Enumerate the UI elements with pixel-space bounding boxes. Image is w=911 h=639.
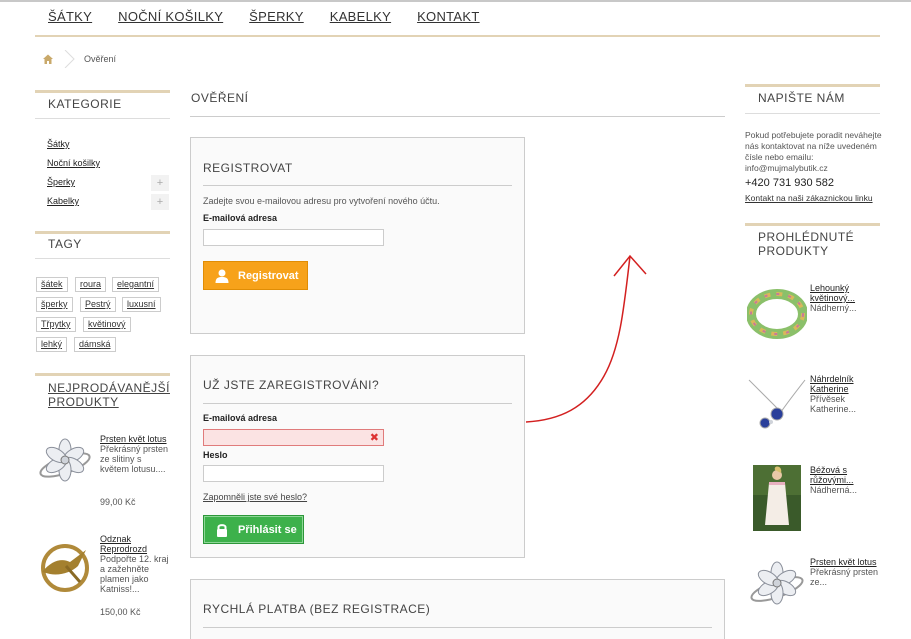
product-thumb-lotus-ring[interactable]	[36, 438, 94, 493]
breadcrumb-current: Ověření	[84, 54, 117, 64]
viewed-item-1: Lehounký květinový... Nádherný...	[810, 283, 880, 313]
categories-underline	[35, 118, 170, 119]
product-desc: Přívěsek Katherine...	[810, 394, 857, 414]
breadcrumb: Ověření	[42, 49, 117, 69]
nav-divider	[35, 35, 880, 37]
breadcrumb-separator	[64, 49, 76, 69]
nav-kabelky[interactable]: KABELKY	[330, 9, 391, 24]
category-kabelky[interactable]: Kabelky	[47, 196, 79, 206]
contact-underline	[745, 113, 880, 114]
product-desc: Překrásný prsten ze slitiny s květem lot…	[100, 444, 169, 474]
viewed-item-4: Prsten květ lotus Překrásný prsten ze...	[810, 557, 880, 587]
guest-checkout-divider	[203, 627, 712, 628]
category-sperky[interactable]: Šperky	[47, 177, 75, 187]
product-desc: Nádherný...	[810, 303, 857, 313]
tag-elegantni[interactable]: elegantní	[112, 277, 160, 292]
product-name-link[interactable]: Odznak Reprodrozd	[100, 534, 172, 554]
viewed-title: PROHLÉDNUTÉ PRODUKTY	[758, 230, 855, 258]
product-desc: Podpořte 12. kraj a zažehněte plamen jak…	[100, 554, 169, 594]
contact-text: Pokud potřebujete poradit neváhejte nás …	[745, 130, 882, 173]
category-satky[interactable]: Šátky	[47, 139, 70, 149]
register-title: REGISTROVAT	[203, 161, 293, 175]
tag-damska[interactable]: dámská	[74, 337, 116, 352]
login-button[interactable]: Přihlásit se	[203, 515, 304, 544]
product-name-link[interactable]: Béžová s růžovými...	[810, 465, 880, 485]
tags-underline	[35, 258, 170, 259]
tag-luxusni[interactable]: luxusní	[122, 297, 161, 312]
tag-pestry[interactable]: Pestrý	[80, 297, 116, 312]
forgot-password-link[interactable]: Zapomněli jste své heslo?	[203, 492, 307, 502]
bestsellers-title[interactable]: NEJPRODÁVANĚJŠÍ PRODUKTY	[48, 381, 169, 409]
contact-title: NAPIŠTE NÁM	[758, 91, 845, 105]
bestsellers-divider	[35, 373, 170, 376]
nav-satky[interactable]: ŠÁTKY	[48, 9, 92, 24]
product-name-link[interactable]: Prsten květ lotus	[810, 557, 880, 567]
lock-icon	[214, 522, 230, 538]
bestseller-item-1: Prsten květ lotus Překrásný prsten ze sl…	[100, 434, 172, 474]
product-name-link[interactable]: Náhrdelník Katherine	[810, 374, 880, 394]
product-thumb-necklace[interactable]	[747, 378, 807, 435]
page-title: OVĚŘENÍ	[191, 91, 249, 105]
product-name-link[interactable]: Lehounký květinový...	[810, 283, 880, 303]
register-button-label: Registrovat	[238, 269, 299, 282]
contact-phone: +420 731 930 582	[745, 177, 835, 189]
register-email-input[interactable]	[203, 229, 384, 246]
contact-divider	[745, 84, 880, 87]
contact-link[interactable]: Kontakt na naši zákaznickou linku	[745, 193, 873, 203]
product-price: 99,00 Kč	[100, 497, 136, 507]
nav-nocni-kosilky[interactable]: NOČNÍ KOŠILKY	[118, 9, 223, 24]
product-thumb-nightgown[interactable]	[753, 465, 801, 534]
product-thumb-floral-scarf[interactable]	[746, 287, 808, 344]
viewed-item-2: Náhrdelník Katherine Přívěsek Katherine.…	[810, 374, 880, 414]
user-icon	[214, 268, 230, 284]
viewed-item-3: Béžová s růžovými... Nádherná...	[810, 465, 880, 495]
guest-checkout-title: RYCHLÁ PLATBA (BEZ REGISTRACE)	[203, 602, 431, 616]
expand-kabelky-icon[interactable]: +	[151, 194, 169, 210]
login-email-input[interactable]: ✖	[203, 429, 384, 446]
category-nocni-kosilky[interactable]: Noční košilky	[47, 158, 100, 168]
tag-satek[interactable]: šátek	[36, 277, 68, 292]
nav-kontakt[interactable]: KONTAKT	[417, 9, 480, 24]
product-thumb-lotus-ring[interactable]	[747, 561, 807, 618]
tag-sperky[interactable]: šperky	[36, 297, 73, 312]
login-password-label: Heslo	[203, 450, 228, 460]
product-price: 150,00 Kč	[100, 607, 141, 617]
tag-roura[interactable]: roura	[75, 277, 107, 292]
login-divider	[203, 403, 512, 404]
register-email-label: E-mailová adresa	[203, 213, 278, 223]
annotation-arrow	[525, 254, 647, 423]
register-button[interactable]: Registrovat	[203, 261, 308, 290]
register-hint: Zadejte svou e-mailovou adresu pro vytvo…	[203, 196, 440, 206]
error-x-icon: ✖	[369, 432, 379, 444]
categories-title: KATEGORIE	[48, 97, 122, 111]
main-nav: ŠÁTKY NOČNÍ KOŠILKY ŠPERKY KABELKY KONTA…	[48, 9, 506, 24]
login-button-label: Přihlásit se	[238, 523, 297, 536]
top-border	[0, 0, 911, 2]
categories-divider	[35, 90, 170, 93]
home-icon[interactable]	[42, 53, 54, 65]
tag-lehky[interactable]: lehký	[36, 337, 68, 352]
tags-divider	[35, 231, 170, 234]
product-thumb-mockingjay-pin[interactable]	[36, 542, 94, 597]
tag-trpytky[interactable]: Třpytky	[36, 317, 76, 332]
page-title-underline	[190, 116, 725, 117]
product-desc: Nádherná...	[810, 485, 858, 495]
viewed-divider	[745, 223, 880, 226]
product-desc: Překrásný prsten ze...	[810, 567, 879, 587]
nav-sperky[interactable]: ŠPERKY	[249, 9, 304, 24]
bestseller-item-2: Odznak Reprodrozd Podpořte 12. kraj a za…	[100, 534, 172, 594]
login-email-label: E-mailová adresa	[203, 413, 278, 423]
login-title: UŽ JSTE ZAREGISTROVÁNI?	[203, 378, 380, 392]
tag-kvetinovy[interactable]: květinový	[83, 317, 131, 332]
login-password-input[interactable]	[203, 465, 384, 482]
tags-title: TAGY	[48, 237, 82, 251]
expand-sperky-icon[interactable]: +	[151, 175, 169, 191]
register-divider	[203, 185, 512, 186]
product-name-link[interactable]: Prsten květ lotus	[100, 434, 172, 444]
